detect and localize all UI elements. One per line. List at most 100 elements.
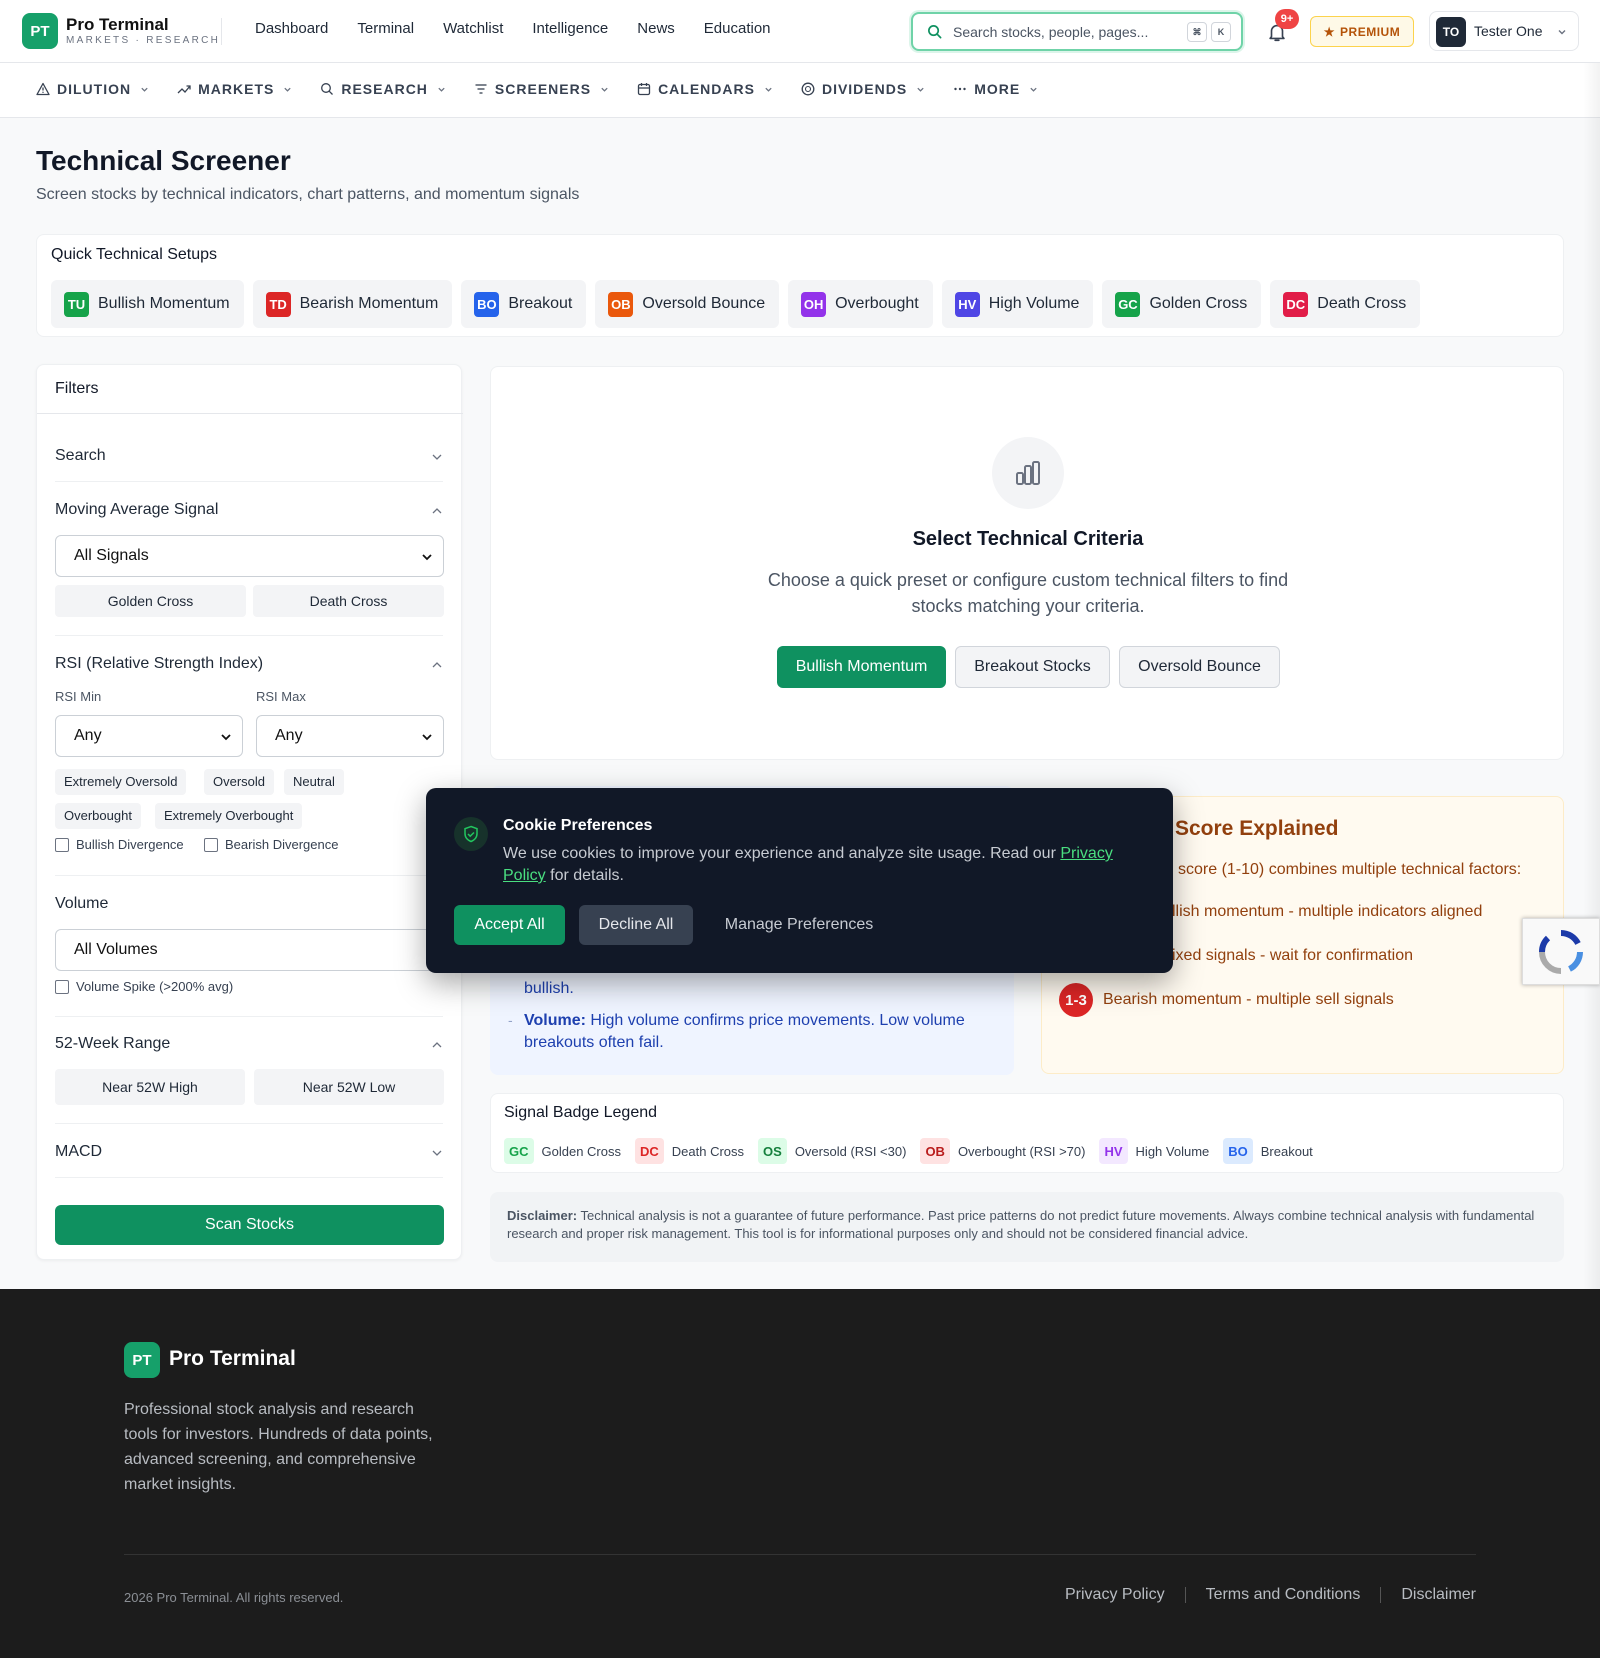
- preset-golden-cross[interactable]: GC Golden Cross: [1102, 280, 1262, 328]
- legend-tag: OB: [920, 1138, 950, 1164]
- legend-label: Golden Cross: [541, 1143, 621, 1159]
- scan-stocks-button[interactable]: Scan Stocks: [55, 1205, 444, 1245]
- legend-tag: GC: [504, 1138, 534, 1164]
- preset-death-cross[interactable]: DC Death Cross: [1270, 280, 1421, 328]
- preset-high-volume[interactable]: HV High Volume: [941, 280, 1094, 328]
- checkbox[interactable]: [55, 837, 69, 852]
- rsi-min-select[interactable]: Any: [55, 715, 243, 757]
- subnav-label: CALENDARS: [658, 81, 755, 97]
- divider: [1380, 1587, 1382, 1603]
- divider: [55, 1123, 443, 1124]
- subnav-research[interactable]: RESEARCH: [320, 81, 446, 97]
- subnav-screeners[interactable]: SCREENERS: [474, 81, 609, 97]
- accept-all-button[interactable]: Accept All: [454, 905, 565, 945]
- preset-bearish-momentum[interactable]: TD Bearish Momentum: [252, 280, 453, 328]
- rsi-section-toggle[interactable]: RSI (Relative Strength Index): [55, 655, 443, 673]
- preset-breakout[interactable]: BO Breakout: [461, 280, 587, 328]
- rsi-neutral-pill[interactable]: Neutral: [284, 769, 344, 795]
- bullish-momentum-button[interactable]: Bullish Momentum: [777, 646, 946, 688]
- chevron-down-icon: [1030, 87, 1037, 92]
- bearish-divergence-checkbox[interactable]: Bearish Divergence: [204, 837, 338, 852]
- privacy-policy-link[interactable]: Privacy Policy: [1065, 1586, 1165, 1604]
- main-nav: Dashboard Terminal Watchlist Intelligenc…: [255, 20, 771, 37]
- death-cross-button[interactable]: Death Cross: [253, 585, 444, 617]
- score-intro: score (1-10) combines multiple technical…: [1178, 861, 1522, 878]
- search-section-toggle[interactable]: Search: [55, 447, 443, 465]
- filters-panel: Filters Search Moving Average Signal All…: [36, 364, 463, 1260]
- oversold-bounce-button[interactable]: Oversold Bounce: [1119, 646, 1280, 688]
- trend-icon: [177, 85, 191, 94]
- rsi-max-select[interactable]: Any: [256, 715, 444, 757]
- subnav-label: RESEARCH: [341, 81, 428, 97]
- rsi-overbought-pill[interactable]: Overbought: [55, 803, 141, 829]
- subnav-dilution[interactable]: DILUTION: [36, 81, 149, 97]
- recaptcha-badge[interactable]: [1522, 918, 1600, 985]
- nav-dashboard[interactable]: Dashboard: [255, 20, 328, 37]
- disclaimer-link[interactable]: Disclaimer: [1401, 1586, 1476, 1604]
- rsi-oversold-pill[interactable]: Oversold: [204, 769, 275, 795]
- preset-tag: OB: [608, 291, 634, 317]
- footer-logo[interactable]: PT: [124, 1342, 160, 1378]
- macd-section-toggle[interactable]: MACD: [55, 1143, 443, 1161]
- breakout-stocks-button[interactable]: Breakout Stocks: [955, 646, 1110, 688]
- week52-section-toggle[interactable]: 52-Week Range: [55, 1035, 443, 1053]
- subnav-calendars[interactable]: CALENDARS: [637, 81, 773, 97]
- bullish-divergence-checkbox[interactable]: Bullish Divergence: [55, 837, 184, 852]
- section-label: RSI (Relative Strength Index): [55, 655, 264, 672]
- footer-brand-name: Pro Terminal: [169, 1347, 296, 1370]
- chevron-down-icon: [422, 554, 432, 561]
- near-52w-high-button[interactable]: Near 52W High: [55, 1069, 245, 1105]
- checkbox[interactable]: [204, 837, 218, 852]
- premium-badge[interactable]: ★ PREMIUM: [1310, 16, 1414, 47]
- subnav-label: DIVIDENDS: [821, 81, 908, 97]
- section-label: MACD: [55, 1143, 103, 1160]
- rsi-extremely-overbought-pill[interactable]: Extremely Overbought: [155, 803, 303, 829]
- subnav-label: MARKETS: [198, 81, 275, 97]
- decline-all-button[interactable]: Decline All: [579, 905, 693, 945]
- page-edge-shadow: [1583, 63, 1600, 1289]
- subnav-more[interactable]: MORE: [953, 81, 1038, 97]
- subnav-label: MORE: [974, 81, 1021, 97]
- nav-watchlist[interactable]: Watchlist: [443, 20, 503, 37]
- quick-setups-title: Quick Technical Setups: [51, 246, 218, 263]
- rsi-extremely-oversold-pill[interactable]: Extremely Oversold: [55, 769, 187, 795]
- nav-education[interactable]: Education: [704, 20, 771, 37]
- ma-section-toggle[interactable]: Moving Average Signal: [55, 501, 443, 519]
- preset-tag: OH: [801, 291, 827, 317]
- rsi-min-label: RSI Min: [55, 689, 102, 704]
- preset-tag: HV: [954, 291, 980, 317]
- preset-label: Death Cross: [1317, 295, 1407, 312]
- preset-overbought[interactable]: OH Overbought: [788, 280, 933, 328]
- avatar: TO: [1436, 17, 1466, 47]
- terms-link[interactable]: Terms and Conditions: [1206, 1586, 1361, 1604]
- cookie-banner: Cookie Preferences We use cookies to imp…: [426, 788, 1173, 973]
- brand-logo[interactable]: PT: [22, 13, 58, 49]
- golden-cross-button[interactable]: Golden Cross: [55, 585, 246, 617]
- preset-bullish-momentum[interactable]: TU Bullish Momentum: [51, 280, 244, 328]
- subnav-dividends[interactable]: DIVIDENDS: [801, 81, 925, 97]
- manage-preferences-button[interactable]: Manage Preferences: [708, 905, 890, 945]
- preset-label: High Volume: [988, 295, 1080, 312]
- volume-select[interactable]: All Volumes: [55, 929, 444, 971]
- ma-signal-select[interactable]: All Signals: [55, 535, 444, 577]
- nav-terminal[interactable]: Terminal: [357, 20, 414, 37]
- score-title: Score Explained: [1175, 817, 1339, 840]
- global-search-input[interactable]: Search stocks, people, pages... ⌘ K: [911, 12, 1243, 51]
- checkbox[interactable]: [55, 979, 69, 994]
- divider: [221, 18, 222, 45]
- chevron-down-icon: [141, 87, 148, 92]
- preset-oversold-bounce[interactable]: OB Oversold Bounce: [595, 280, 780, 328]
- volume-spike-checkbox[interactable]: Volume Spike (>200% avg): [55, 979, 233, 994]
- warning-icon: [36, 82, 50, 96]
- legend-tag: BO: [1223, 1138, 1253, 1164]
- filters-title: Filters: [37, 365, 463, 414]
- user-menu-button[interactable]: TO Tester One: [1429, 11, 1579, 51]
- nav-intelligence[interactable]: Intelligence: [532, 20, 608, 37]
- cookie-body: We use cookies to improve your experienc…: [503, 845, 1061, 862]
- preset-label: Golden Cross: [1149, 295, 1248, 312]
- near-52w-low-button[interactable]: Near 52W Low: [254, 1069, 444, 1105]
- brand-name[interactable]: Pro Terminal: [66, 15, 169, 35]
- volume-section-toggle[interactable]: Volume: [55, 895, 443, 913]
- subnav-markets[interactable]: MARKETS: [177, 81, 292, 97]
- nav-news[interactable]: News: [637, 20, 675, 37]
